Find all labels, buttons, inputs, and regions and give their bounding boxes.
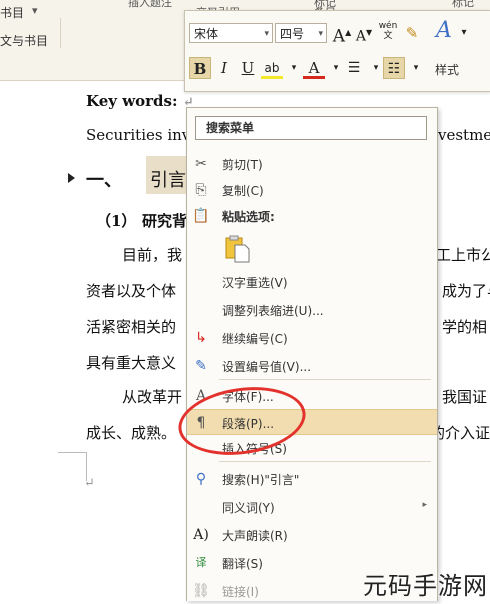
menu-item-read-aloud[interactable]: A) 大声朗读(R) bbox=[187, 522, 437, 548]
menu-item-paste-options: 📋 粘贴选项: bbox=[187, 203, 437, 229]
grow-font-button[interactable]: A▲ bbox=[331, 22, 353, 47]
font-size-value: 四号 bbox=[280, 27, 305, 41]
heading2-number: （1） bbox=[96, 212, 137, 230]
paragraph-5-left: 从改革开 bbox=[122, 388, 183, 406]
collapse-heading-icon[interactable] bbox=[68, 173, 75, 183]
grow-font-glyph: A bbox=[332, 26, 346, 47]
ribbon-insert-caption[interactable]: 插入题注 bbox=[128, 0, 172, 10]
paragraph-1-right: 工上市公 bbox=[436, 246, 490, 264]
continue-numbering-icon: ↳ bbox=[195, 330, 207, 346]
font-color-button[interactable]: A bbox=[303, 57, 325, 79]
search-icon: ⚲ bbox=[195, 471, 207, 487]
menu-item-label: 大声朗读(R) bbox=[222, 529, 288, 543]
copy-icon: ⎘ bbox=[195, 182, 207, 198]
paste-keep-text-icon[interactable] bbox=[223, 235, 251, 263]
paste-icon: 📋 bbox=[192, 208, 210, 224]
numbering-icon[interactable]: ☷ bbox=[383, 57, 405, 79]
heading1-text: 引言 bbox=[150, 170, 186, 191]
page-corner-mark bbox=[58, 452, 87, 481]
text-effects-button[interactable]: A bbox=[433, 20, 455, 42]
menu-item-synonyms[interactable]: 同义词(Y) ▸ bbox=[187, 494, 437, 520]
menu-item-label: 复制(C) bbox=[222, 184, 264, 198]
ribbon-mark-citation[interactable]: 标记 bbox=[452, 0, 474, 10]
menu-item-adjust-list-indent[interactable]: 调整列表缩进(U)... bbox=[187, 297, 437, 323]
menu-item-copy[interactable]: ⎘ 复制(C) bbox=[187, 177, 437, 203]
menu-item-label: 链接(I) bbox=[222, 585, 259, 599]
menu-item-label: 设置编号值(V)... bbox=[222, 360, 312, 374]
watermark: 元码手游网 bbox=[363, 572, 488, 600]
chevron-down-icon[interactable]: ▾ bbox=[283, 57, 305, 79]
heading2-text: 研究背 bbox=[142, 212, 188, 230]
menu-item-label: 剪切(T) bbox=[222, 158, 263, 172]
translate-icon: 译 bbox=[195, 556, 207, 569]
submenu-arrow-icon: ▸ bbox=[422, 500, 427, 510]
paragraph-4-left: 具有重大意义 bbox=[86, 354, 177, 372]
doc-line-2-left: Securities inv bbox=[86, 126, 191, 144]
doc-line-2-right: vestme bbox=[438, 126, 490, 144]
bullets-icon[interactable]: ☰ bbox=[343, 57, 365, 79]
mini-toolbar: 宋体 ▾ 四号 ▾ A▲ A▼ wén 文 ✎ A ▾ B I U ab ▾ A… bbox=[184, 10, 490, 92]
menu-item-label: 翻译(S) bbox=[222, 557, 263, 571]
font-name-value: 宋体 bbox=[194, 27, 219, 41]
keywords-line: Key words: ↵ bbox=[86, 92, 194, 110]
font-name-combo[interactable]: 宋体 ▾ bbox=[189, 23, 273, 43]
paragraph-3-left: 活紧密相关的 bbox=[86, 318, 177, 336]
menu-item-label: 粘贴选项: bbox=[222, 210, 275, 224]
format-painter-icon[interactable]: ✎ bbox=[401, 22, 423, 44]
paragraph-2-left: 资者以及个体 bbox=[86, 282, 177, 300]
scissors-icon: ✂ bbox=[195, 156, 207, 172]
paragraph-6-left: 成长、成熟。 bbox=[86, 424, 177, 442]
paragraph-5-right: 我国证 bbox=[442, 388, 488, 406]
italic-button[interactable]: I bbox=[213, 57, 235, 79]
menu-item-reconvert[interactable]: 汉字重选(V) bbox=[187, 269, 437, 295]
link-icon: ⛓ bbox=[192, 583, 210, 599]
paragraph-2-right: 成为了与 bbox=[442, 282, 490, 300]
shrink-font-glyph: A bbox=[355, 28, 366, 45]
search-menu-input[interactable]: 搜索菜单 bbox=[195, 116, 427, 140]
menu-item-label: 调整列表缩进(U)... bbox=[222, 304, 324, 318]
shrink-font-button[interactable]: A▼ bbox=[353, 22, 375, 45]
menu-item-set-numbering-value[interactable]: ✎ 设置编号值(V)... bbox=[187, 353, 437, 379]
paragraph-3-right: 学的相 bbox=[442, 318, 488, 336]
chevron-down-icon[interactable]: ▾ bbox=[405, 57, 427, 79]
menu-item-label: 同义词(Y) bbox=[222, 501, 275, 515]
heading1-number: 一、 bbox=[86, 170, 122, 191]
paragraph-6-right: 的介入证 bbox=[430, 424, 490, 442]
menu-item-label: 汉字重选(V) bbox=[222, 276, 288, 290]
menu-separator bbox=[219, 461, 431, 462]
phonetic-guide-button[interactable]: wén 文 bbox=[377, 21, 399, 43]
highlight-button[interactable]: ab bbox=[261, 57, 283, 79]
read-aloud-icon: A) bbox=[193, 527, 209, 543]
font-size-combo[interactable]: 四号 ▾ bbox=[275, 23, 327, 43]
styles-button[interactable]: 样式 bbox=[435, 61, 459, 78]
menu-item-cut[interactable]: ✂ 剪切(T) bbox=[187, 151, 437, 177]
set-number-value-icon: ✎ bbox=[195, 358, 207, 374]
chevron-down-icon[interactable]: ▾ bbox=[264, 24, 269, 44]
menu-item-label: 继续编号(C) bbox=[222, 332, 288, 346]
ribbon-dropdown-arrow[interactable]: ▾ bbox=[32, 4, 38, 17]
underline-button[interactable]: U bbox=[237, 57, 259, 79]
bold-button[interactable]: B bbox=[189, 57, 211, 79]
chevron-down-icon[interactable]: ▾ bbox=[453, 22, 475, 44]
ribbon-citations-label[interactable]: 文与书目 bbox=[0, 32, 48, 49]
menu-item-label: 搜索(H)"引言" bbox=[222, 473, 300, 487]
menu-item-search[interactable]: ⚲ 搜索(H)"引言" bbox=[187, 466, 437, 492]
paragraph-1-left: 目前，我 bbox=[122, 246, 183, 264]
menu-separator bbox=[219, 379, 431, 380]
menu-item-continue-numbering[interactable]: ↳ 继续编号(C) bbox=[187, 325, 437, 351]
end-paragraph-mark: ↵ bbox=[84, 476, 95, 491]
chevron-down-icon[interactable]: ▾ bbox=[318, 24, 323, 44]
keywords-label: Key words: bbox=[86, 92, 178, 110]
context-menu: 搜索菜单 ✂ 剪切(T) ⎘ 复制(C) 📋 粘贴选项: 汉字重选(V) 调整列… bbox=[186, 107, 438, 601]
